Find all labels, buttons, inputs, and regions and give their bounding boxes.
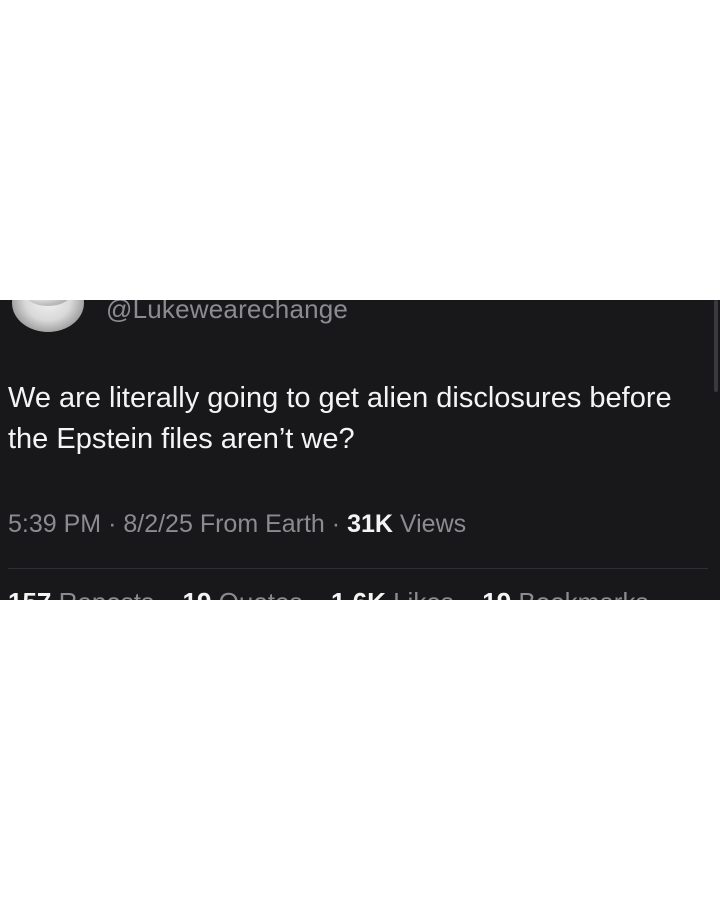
likes-label[interactable]: Likes xyxy=(393,587,454,600)
tweet-time[interactable]: 5:39 PM xyxy=(8,510,101,538)
bookmarks-count[interactable]: 19 xyxy=(482,587,511,600)
reposts-count[interactable]: 157 xyxy=(8,587,51,600)
bookmarks-label[interactable]: Bookmarks xyxy=(518,587,648,600)
meta-separator: · xyxy=(331,510,341,538)
tweet-text: We are literally going to get alien disc… xyxy=(8,382,672,455)
views-count[interactable]: 31K xyxy=(347,510,393,538)
meta-separator: · xyxy=(108,510,117,538)
divider xyxy=(8,568,708,569)
quotes-label[interactable]: Quotes xyxy=(219,587,303,600)
views-label: Views xyxy=(399,510,467,538)
quotes-count[interactable]: 19 xyxy=(182,587,211,600)
tweet-source: From Earth xyxy=(199,510,325,538)
engagement-stats: 157 Reposts 19 Quotes 1.6K Likes 19 Book… xyxy=(8,587,648,600)
user-handle[interactable]: @Lukewearechange xyxy=(106,300,348,325)
tweet-date[interactable]: 8/2/25 xyxy=(123,510,193,538)
avatar[interactable] xyxy=(12,300,84,332)
tweet-meta: 5:39 PM · 8/2/25 From Earth · 31K Views xyxy=(8,510,466,539)
scrollbar[interactable] xyxy=(714,300,718,392)
reposts-label[interactable]: Reposts xyxy=(59,587,154,600)
avatar-figure xyxy=(26,300,70,306)
tweet-card: @Lukewearechange We are literally going … xyxy=(0,300,720,600)
likes-count[interactable]: 1.6K xyxy=(331,587,386,600)
